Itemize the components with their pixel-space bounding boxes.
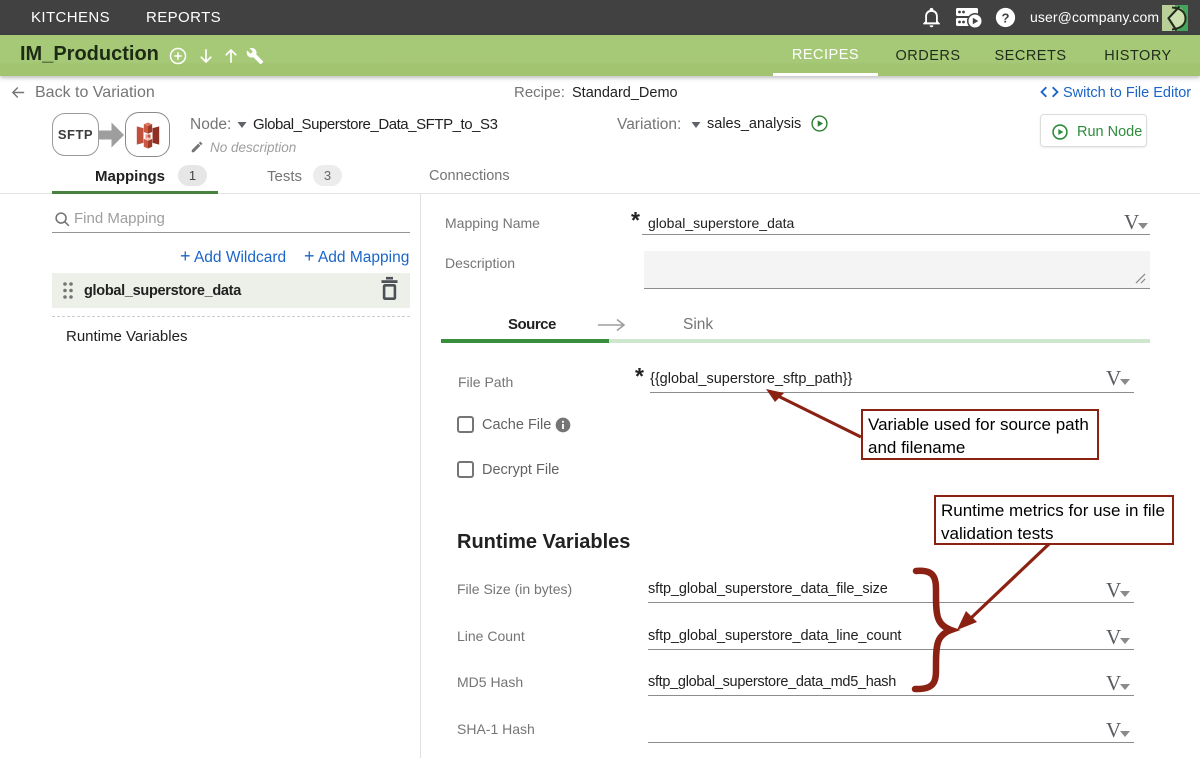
svg-text:?: ? [1001,10,1009,25]
